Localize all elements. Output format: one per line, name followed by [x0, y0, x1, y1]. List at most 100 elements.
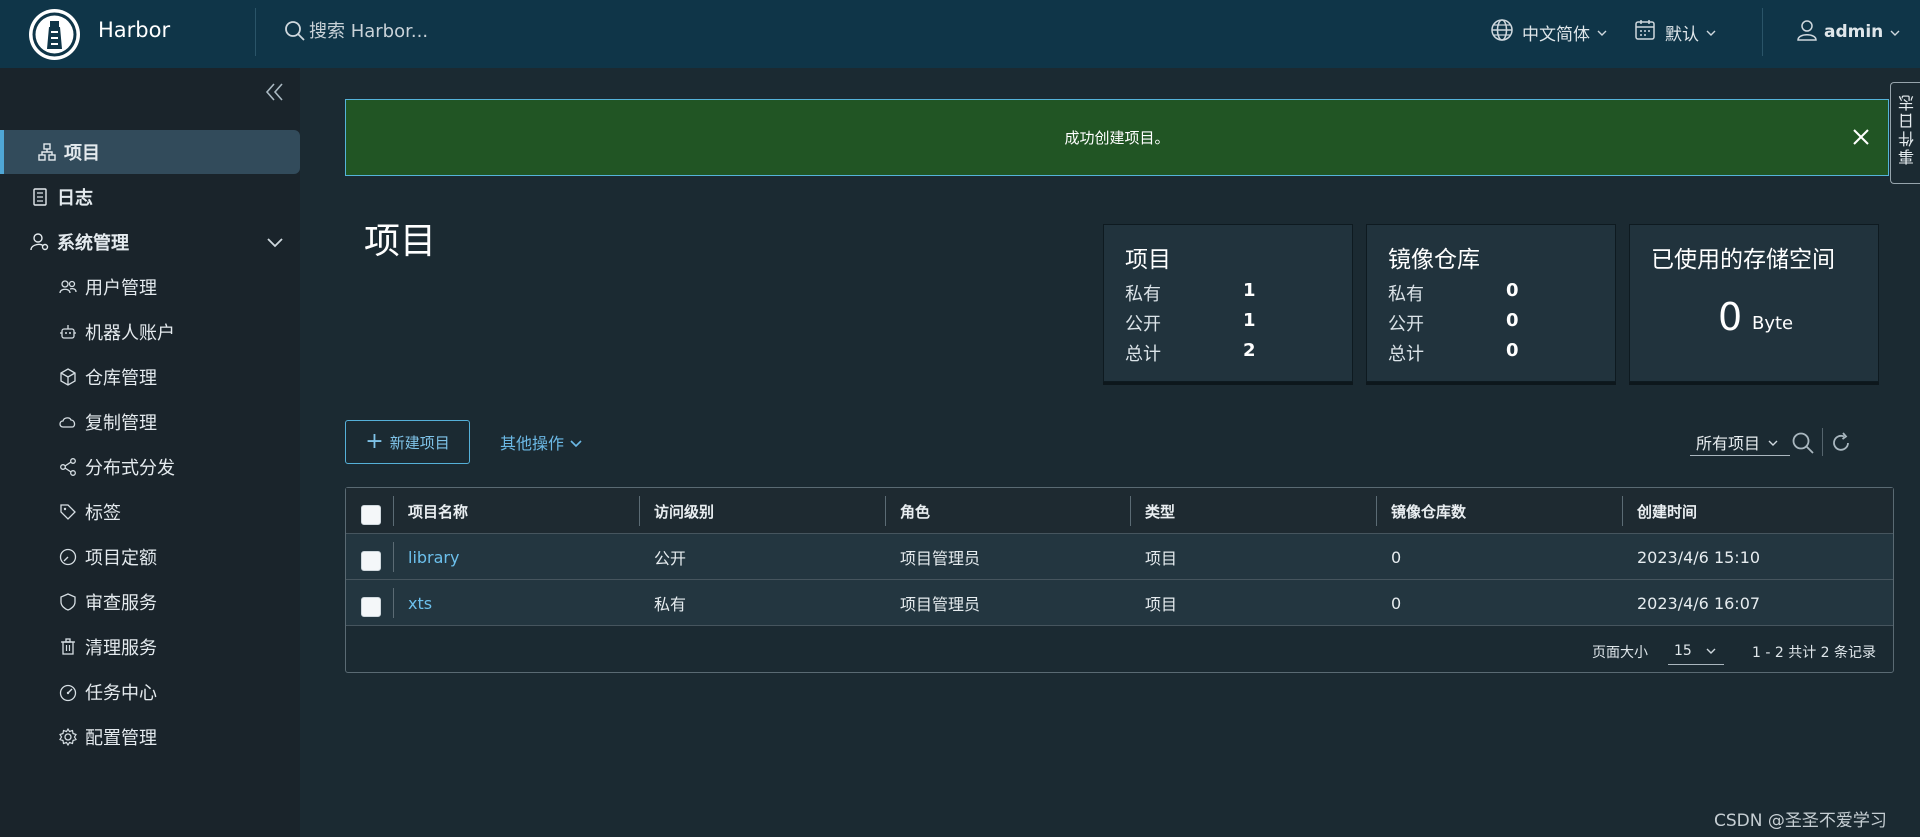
box-icon: [57, 366, 79, 388]
column-separator: [885, 496, 886, 526]
sidebar-item-configuration[interactable]: 配置管理: [0, 715, 300, 759]
chevron-down-icon: [1706, 22, 1716, 42]
sidebar-item-job-service[interactable]: 任务中心: [0, 670, 300, 714]
toolbar-divider: [1822, 428, 1823, 456]
column-header[interactable]: 项目名称: [408, 488, 468, 534]
sidebar-item-label: 清理服务: [85, 638, 157, 659]
sidebar-item-logs[interactable]: 日志: [0, 175, 300, 219]
brand-name[interactable]: Harbor: [98, 18, 170, 42]
sidebar-item-system-admin[interactable]: 系统管理: [0, 220, 300, 264]
type: 项目: [1145, 549, 1178, 568]
table-row[interactable]: xts 私有 项目管理员 项目 0 2023/4/6 16:07: [346, 580, 1893, 626]
watermark: CSDN @圣圣不爱学习: [1714, 811, 1887, 831]
chevron-down-icon: [1768, 432, 1778, 451]
sidebar-item-labels[interactable]: 标签: [0, 490, 300, 534]
type: 项目: [1145, 595, 1178, 614]
column-header[interactable]: 角色: [900, 488, 930, 534]
sidebar-item-registries[interactable]: 仓库管理: [0, 355, 300, 399]
quota-icon: [57, 546, 79, 568]
sidebar-item-label: 项目定额: [85, 548, 157, 569]
alert-message: 成功创建项目。: [1064, 129, 1170, 147]
chevron-down-icon[interactable]: [266, 232, 284, 253]
sidebar-item-label: 系统管理: [57, 233, 129, 254]
sidebar-item-replications[interactable]: 复制管理: [0, 400, 300, 444]
event-log-label: 事件日志: [1898, 93, 1917, 165]
user-icon: [1795, 18, 1819, 47]
close-icon[interactable]: [1852, 128, 1870, 150]
role: 项目管理员: [900, 595, 981, 614]
projects-summary-card: 项目 私有 1 公开 1 总计 2: [1103, 224, 1353, 382]
total-count: 2: [1243, 340, 1256, 361]
event-log-tab[interactable]: 事件日志: [1890, 82, 1920, 184]
more-actions-label: 其他操作: [500, 434, 565, 453]
column-header[interactable]: 类型: [1145, 488, 1175, 534]
globe-icon: [1490, 18, 1514, 47]
harbor-logo-icon[interactable]: [29, 9, 80, 60]
private-count: 1: [1243, 280, 1256, 301]
sidebar-item-projects[interactable]: 项目: [0, 130, 300, 174]
sidebar-item-user-management[interactable]: 用户管理: [0, 265, 300, 309]
public-count: 0: [1506, 310, 1519, 331]
sidebar-item-label: 配置管理: [85, 728, 157, 749]
users-icon: [57, 276, 79, 298]
search-icon[interactable]: [1791, 431, 1815, 459]
table-row[interactable]: library 公开 项目管理员 项目 0 2023/4/6 15:10: [346, 534, 1893, 580]
storage-value: 0: [1718, 295, 1743, 339]
card-label: 总计: [1388, 344, 1424, 365]
column-header[interactable]: 镜像仓库数: [1391, 488, 1466, 534]
sidebar-item-label: 日志: [57, 188, 93, 209]
column-header[interactable]: 访问级别: [654, 488, 714, 534]
page-size-label: 页面大小: [1592, 645, 1648, 661]
column-separator: [393, 588, 394, 618]
username-label: admin: [1824, 22, 1884, 42]
project-name-link[interactable]: library: [408, 534, 459, 580]
trash-icon: [57, 636, 79, 658]
storage-unit: Byte: [1752, 313, 1794, 334]
more-actions-button[interactable]: 其他操作: [500, 430, 582, 454]
language-label: 中文简体: [1522, 24, 1590, 45]
collapse-sidebar-icon[interactable]: [264, 82, 286, 106]
sidebar-item-label: 标签: [85, 503, 121, 524]
log-icon: [29, 186, 51, 208]
column-separator: [1130, 496, 1131, 526]
project-name-link[interactable]: xts: [408, 580, 432, 626]
sidebar-item-label: 机器人账户: [85, 323, 175, 344]
robot-icon: [57, 321, 79, 343]
access-level: 私有: [654, 595, 687, 614]
pagination-info: 1 - 2 共计 2 条记录: [1752, 645, 1877, 661]
sidebar-item-project-quotas[interactable]: 项目定额: [0, 535, 300, 579]
repo-count: 0: [1391, 593, 1402, 613]
user-menu[interactable]: admin: [1795, 18, 1900, 46]
theme-label: 默认: [1665, 24, 1699, 45]
page-size-select[interactable]: 15: [1668, 637, 1724, 665]
shield-icon: [57, 591, 79, 613]
row-checkbox[interactable]: [361, 597, 381, 617]
sidebar-item-label: 项目: [64, 143, 100, 164]
card-title: 镜像仓库: [1388, 247, 1480, 273]
theme-selector[interactable]: 默认: [1633, 18, 1716, 46]
column-separator: [393, 496, 394, 526]
card-title: 已使用的存储空间: [1651, 247, 1835, 273]
project-filter-select[interactable]: 所有项目: [1690, 428, 1790, 456]
success-alert: 成功创建项目。: [345, 99, 1889, 176]
sidebar-item-robot-accounts[interactable]: 机器人账户: [0, 310, 300, 354]
sidebar-item-clean-up[interactable]: 清理服务: [0, 625, 300, 669]
card-label: 私有: [1125, 284, 1161, 305]
refresh-icon[interactable]: [1829, 431, 1853, 459]
card-label: 总计: [1125, 344, 1161, 365]
column-separator: [1376, 496, 1377, 526]
share-icon: [57, 456, 79, 478]
project-icon: [36, 141, 58, 163]
select-all-checkbox[interactable]: [361, 505, 381, 525]
global-search-input[interactable]: [309, 16, 609, 46]
column-header[interactable]: 创建时间: [1637, 488, 1697, 534]
row-checkbox[interactable]: [361, 551, 381, 571]
page-title: 项目: [364, 221, 437, 262]
private-count: 0: [1506, 280, 1519, 301]
sidebar-item-interrogation[interactable]: 审查服务: [0, 580, 300, 624]
creation-time: 2023/4/6 15:10: [1637, 547, 1761, 567]
language-selector[interactable]: 中文简体: [1490, 18, 1607, 46]
new-project-button[interactable]: + 新建项目: [345, 420, 470, 464]
sidebar-item-distribution[interactable]: 分布式分发: [0, 445, 300, 489]
access-level: 公开: [654, 549, 687, 568]
